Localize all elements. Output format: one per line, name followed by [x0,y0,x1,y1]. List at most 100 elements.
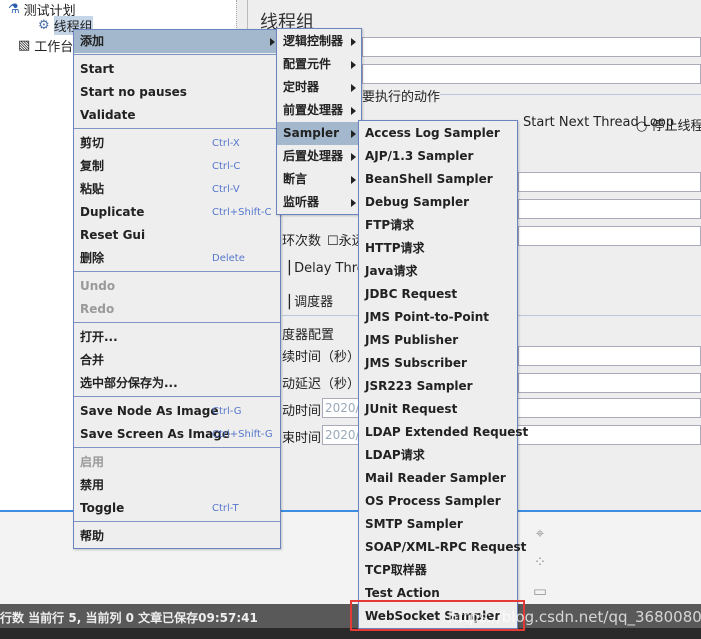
menu-item-validate[interactable]: Validate [74,104,280,127]
menu-item-java请求[interactable]: Java请求 [359,260,517,283]
menu-item-添加[interactable]: 添加 [74,30,280,53]
menu-item-断言[interactable]: 断言 [277,168,361,191]
monitor-icon[interactable]: ▭ [532,583,548,599]
menu-item-label: Test Action [365,586,440,600]
menu-item-label: FTP请求 [365,218,415,232]
menu-item-删除[interactable]: 删除 Delete [74,247,280,270]
menu-item-定时器[interactable]: 定时器 [277,76,361,99]
menu-item-jms-point-to-point[interactable]: JMS Point-to-Point [359,306,517,329]
menu-item-start-no-pauses[interactable]: Start no pauses [74,81,280,104]
menu-item-label: JMS Publisher [365,333,459,347]
loop-field[interactable] [518,226,701,246]
menu-item-label: 断言 [283,172,308,186]
menu-item-剪切[interactable]: 剪切 Ctrl-X [74,132,280,155]
menu-item-beanshell-sampler[interactable]: BeanShell Sampler [359,168,517,191]
menu-item-前置处理器[interactable]: 前置处理器 [277,99,361,122]
menu-item-http请求[interactable]: HTTP请求 [359,237,517,260]
menu-item-jsr223-sampler[interactable]: JSR223 Sampler [359,375,517,398]
startup-delay-label: 动延迟（秒） [282,377,361,392]
menu-item-debug-sampler[interactable]: Debug Sampler [359,191,517,214]
menu-item-mail-reader-sampler[interactable]: Mail Reader Sampler [359,467,517,490]
duration-label: 续时间（秒） [282,350,361,365]
menu-item-ldap请求[interactable]: LDAP请求 [359,444,517,467]
menu-item-ftp请求[interactable]: FTP请求 [359,214,517,237]
menu-item-ajp-1-3-sampler[interactable]: AJP/1.3 Sampler [359,145,517,168]
add-submenu: 逻辑控制器配置元件定时器前置处理器 Sampler 后置处理器断言监听器 [276,28,362,215]
name-field[interactable] [362,37,701,57]
fit-icon[interactable]: ⁘ [532,554,548,570]
menu-separator [74,396,280,399]
menu-item-禁用[interactable]: 禁用 [74,474,280,497]
menu-item-label: 打开... [80,330,118,344]
menu-item-label: 禁用 [80,478,105,492]
menu-item-label: Undo [80,279,116,293]
menu-item-粘贴[interactable]: 粘贴 Ctrl-V [74,178,280,201]
submenu-arrow-icon [351,61,356,69]
menu-separator [74,521,280,524]
menu-item-label: SOAP/XML-RPC Request [365,540,527,554]
shortcut-label: Ctrl-T [212,503,239,514]
menu-item-合并[interactable]: 合并 [74,349,280,372]
menu-separator [74,128,280,131]
menu-item-soap-xml-rpc-request[interactable]: SOAP/XML-RPC Request [359,536,526,559]
menu-item-undo[interactable]: Undo [74,275,280,298]
menu-item-reset-gui[interactable]: Reset Gui [74,224,280,247]
tree-node-workbench[interactable]: ▧ 工作台 [18,36,73,55]
menu-item-后置处理器[interactable]: 后置处理器 [277,145,361,168]
menu-item-选中部分保存为[interactable]: 选中部分保存为... [74,372,280,395]
menu-item-save-node-as-image[interactable]: Save Node As Image Ctrl-G [74,400,280,423]
menu-item-label: BeanShell Sampler [365,172,493,186]
menu-item-复制[interactable]: 复制 Ctrl-C [74,155,280,178]
menu-item-label: Start [80,62,115,76]
menu-item-label: Save Screen As Image [80,427,230,441]
menu-item-access-log-sampler[interactable]: Access Log Sampler [359,122,517,145]
radio-stop-thread[interactable]: ○ 停止线程 [636,115,701,134]
menu-item-启用[interactable]: 启用 [74,451,280,474]
menu-item-label: Reset Gui [80,228,146,242]
menu-separator [74,271,280,274]
submenu-arrow-icon [351,153,356,161]
menu-item-label: 定时器 [283,80,320,94]
threads-field[interactable] [518,172,701,192]
menu-item-打开[interactable]: 打开... [74,326,280,349]
menu-item-label: 添加 [80,34,105,48]
menu-item-os-process-sampler[interactable]: OS Process Sampler [359,490,517,513]
menu-item-sampler[interactable]: Sampler [277,122,361,145]
menu-item-ldap-extended-request[interactable]: LDAP Extended Request [359,421,528,444]
workbench-icon: ▧ [18,38,31,53]
menu-item-逻辑控制器[interactable]: 逻辑控制器 [277,30,361,53]
menu-item-label: JDBC Request [365,287,458,301]
menu-item-start[interactable]: Start [74,58,280,81]
shortcut-label: Delete [212,253,245,264]
menu-item-label: 删除 [80,251,105,265]
menu-item-toggle[interactable]: Toggle Ctrl-T [74,497,280,520]
menu-item-jdbc-request[interactable]: JDBC Request [359,283,517,306]
menu-item-label: JMS Subscriber [365,356,467,370]
target-icon[interactable]: ⌖ [532,525,548,541]
menu-item-label: JUnit Request [365,402,458,416]
menu-item-label: Sampler [283,126,340,140]
menu-item-save-screen-as-image[interactable]: Save Screen As Image Ctrl+Shift-G [74,423,280,446]
menu-item-label: Mail Reader Sampler [365,471,506,485]
menu-item-帮助[interactable]: 帮助 [74,525,280,548]
menu-item-jms-publisher[interactable]: JMS Publisher [359,329,517,352]
duration-field[interactable] [518,346,701,366]
startup-delay-field[interactable] [518,373,701,393]
menu-item-label: Java请求 [365,264,418,278]
menu-item-配置元件[interactable]: 配置元件 [277,53,361,76]
menu-item-label: HTTP请求 [365,241,425,255]
comment-field[interactable] [362,64,701,84]
menu-item-tcp取样器[interactable]: TCP取样器 [359,559,517,582]
menu-item-label: Validate [80,108,136,122]
menu-item-监听器[interactable]: 监听器 [277,191,361,214]
menu-item-redo[interactable]: Redo [74,298,280,321]
menu-item-smtp-sampler[interactable]: SMTP Sampler [359,513,517,536]
ramp-up-field[interactable] [518,199,701,219]
menu-item-junit-request[interactable]: JUnit Request [359,398,517,421]
menu-item-label: 逻辑控制器 [283,34,344,48]
menu-item-label: 复制 [80,159,105,173]
menu-item-label: Duplicate [80,205,145,219]
scheduler-checkbox[interactable]: ▕ 调度器 [280,291,333,310]
menu-item-duplicate[interactable]: Duplicate Ctrl+Shift-C [74,201,280,224]
menu-item-jms-subscriber[interactable]: JMS Subscriber [359,352,517,375]
